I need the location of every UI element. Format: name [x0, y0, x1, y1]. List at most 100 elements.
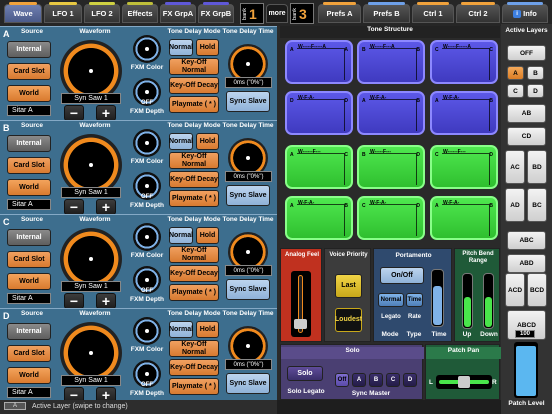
mode-key-off-decay-button[interactable]: Key-Off Decay: [169, 77, 219, 94]
active-layer-c[interactable]: C: [507, 84, 524, 98]
portamento-rate[interactable]: Rate: [406, 314, 423, 320]
mode-hold-button[interactable]: Hold: [196, 227, 219, 244]
voice-priority-last[interactable]: Last: [335, 274, 362, 298]
mode-hold-button[interactable]: Hold: [196, 39, 219, 56]
selected-name-display[interactable]: Sitar A: [7, 293, 51, 304]
source-internal-button[interactable]: Internal: [7, 323, 51, 340]
mode-normal-button[interactable]: Normal: [169, 39, 193, 56]
mode-playmate-button[interactable]: Playmate ( * ): [169, 96, 219, 113]
active-layer-bc[interactable]: BC: [527, 188, 547, 222]
tab-wave[interactable]: Wave: [4, 2, 42, 23]
fxm-color-knob[interactable]: [133, 129, 161, 157]
mode-key-off-decay-button[interactable]: Key-Off Decay: [169, 359, 219, 376]
sync-option-c[interactable]: C: [386, 373, 400, 387]
tone-structure-green-4[interactable]: A B W-F-A-: [285, 196, 353, 240]
tab-fx-grpb[interactable]: FX GrpB: [198, 2, 234, 23]
sync-slave-button[interactable]: Sync Slave: [226, 373, 270, 394]
source-card-slot-button[interactable]: Card Slot: [7, 345, 51, 362]
active-layer-ac[interactable]: AC: [505, 150, 525, 184]
mode-key-off-normal-button[interactable]: Key-Off Normal: [169, 58, 219, 75]
sync-slave-button[interactable]: Sync Slave: [226, 279, 270, 300]
source-world-button[interactable]: World: [7, 367, 51, 384]
tab-ctrl-1[interactable]: Ctrl 1: [412, 2, 454, 23]
analog-feel-slider[interactable]: [291, 271, 311, 337]
portamento-time-type[interactable]: Time: [406, 293, 423, 307]
bank-right-display[interactable]: bank 3: [290, 3, 314, 24]
solo-button[interactable]: Solo: [287, 366, 323, 381]
wave-plus-button[interactable]: +: [96, 293, 116, 309]
bank-left-display[interactable]: bank 1: [240, 3, 264, 24]
active-layer-acd[interactable]: ACD: [505, 273, 525, 307]
patch-pan-handle[interactable]: [458, 376, 470, 388]
sync-slave-button[interactable]: Sync Slave: [226, 185, 270, 206]
mode-playmate-button[interactable]: Playmate ( * ): [169, 190, 219, 207]
selected-name-display[interactable]: Sitar A: [7, 199, 51, 210]
sync-option-off[interactable]: Off: [335, 373, 349, 387]
tab-prefs-b[interactable]: Prefs B: [363, 2, 410, 23]
wave-minus-button[interactable]: −: [64, 293, 84, 309]
sync-option-b[interactable]: B: [369, 373, 383, 387]
mode-playmate-button[interactable]: Playmate ( * ): [169, 378, 219, 395]
mode-playmate-button[interactable]: Playmate ( * ): [169, 284, 219, 301]
tone-structure-green-5[interactable]: C D W-F-A-: [357, 196, 425, 240]
portamento-time-slider[interactable]: [431, 269, 444, 327]
wave-minus-button[interactable]: −: [64, 105, 84, 121]
active-layer-ab[interactable]: AB: [507, 104, 546, 123]
source-world-button[interactable]: World: [7, 273, 51, 290]
sync-slave-button[interactable]: Sync Slave: [226, 91, 270, 112]
source-internal-button[interactable]: Internal: [7, 229, 51, 246]
portamento-onoff[interactable]: On/Off: [380, 267, 424, 284]
mode-hold-button[interactable]: Hold: [196, 321, 219, 338]
patch-level-slider[interactable]: [514, 342, 538, 398]
active-layer-d[interactable]: D: [527, 84, 544, 98]
active-layer-bcd[interactable]: BCD: [527, 273, 547, 307]
source-card-slot-button[interactable]: Card Slot: [7, 251, 51, 268]
tone-structure-blue-6[interactable]: A B W-F-A-: [430, 91, 498, 135]
active-layer-abc[interactable]: ABC: [507, 231, 546, 250]
tone-structure-green-2[interactable]: B D W-----F---: [357, 145, 425, 189]
tab-prefs-a[interactable]: Prefs A: [318, 2, 361, 23]
tone-structure-blue-3[interactable]: C C W-----F-----A: [430, 40, 498, 84]
active-layer-cd[interactable]: CD: [507, 127, 546, 146]
more-button[interactable]: more: [266, 4, 288, 23]
wave-minus-button[interactable]: −: [64, 199, 84, 215]
source-world-button[interactable]: World: [7, 85, 51, 102]
active-layer-b[interactable]: B: [527, 66, 544, 80]
tab-effects[interactable]: Effects: [122, 2, 158, 23]
sync-option-d[interactable]: D: [403, 373, 417, 387]
solo-legato-button[interactable]: Solo Legato: [283, 388, 329, 395]
tone-structure-green-6[interactable]: A B W-F-A-: [430, 196, 498, 240]
mode-hold-button[interactable]: Hold: [196, 133, 219, 150]
active-layer-off[interactable]: OFF: [507, 45, 546, 61]
tab-info[interactable]: i Info: [502, 2, 548, 23]
source-world-button[interactable]: World: [7, 179, 51, 196]
voice-priority-loudest[interactable]: Loudest: [335, 308, 362, 332]
selected-name-display[interactable]: Sitar A: [7, 387, 51, 398]
source-internal-button[interactable]: Internal: [7, 41, 51, 58]
tab-fx-grpa[interactable]: FX GrpA: [160, 2, 196, 23]
mode-normal-button[interactable]: Normal: [169, 133, 193, 150]
mode-normal-button[interactable]: Normal: [169, 321, 193, 338]
mode-key-off-normal-button[interactable]: Key-Off Normal: [169, 152, 219, 169]
wave-plus-button[interactable]: +: [96, 199, 116, 215]
pitch-bend-up-slider[interactable]: [462, 273, 473, 329]
portamento-normal[interactable]: Normal: [378, 293, 404, 307]
fxm-color-knob[interactable]: [133, 35, 161, 63]
tone-structure-green-1[interactable]: A C W------F---: [285, 145, 353, 189]
tab-lfo-2[interactable]: LFO 2: [84, 2, 120, 23]
mode-key-off-normal-button[interactable]: Key-Off Normal: [169, 246, 219, 263]
fxm-color-knob[interactable]: [133, 223, 161, 251]
tone-structure-green-3[interactable]: C D W------F---: [430, 145, 498, 189]
mode-normal-button[interactable]: Normal: [169, 227, 193, 244]
sync-option-a[interactable]: A: [352, 373, 366, 387]
portamento-legato[interactable]: Legato: [378, 314, 404, 320]
source-card-slot-button[interactable]: Card Slot: [7, 157, 51, 174]
analog-feel-handle[interactable]: [294, 319, 307, 329]
active-layer-abd[interactable]: ABD: [507, 254, 546, 273]
pitch-bend-down-slider[interactable]: [483, 273, 494, 329]
tone-structure-blue-2[interactable]: B B W-----F---A: [357, 40, 425, 84]
mode-key-off-decay-button[interactable]: Key-Off Decay: [169, 171, 219, 188]
active-layer-ad[interactable]: AD: [505, 188, 525, 222]
active-layer-a[interactable]: A: [507, 66, 524, 80]
fxm-color-knob[interactable]: [133, 317, 161, 345]
